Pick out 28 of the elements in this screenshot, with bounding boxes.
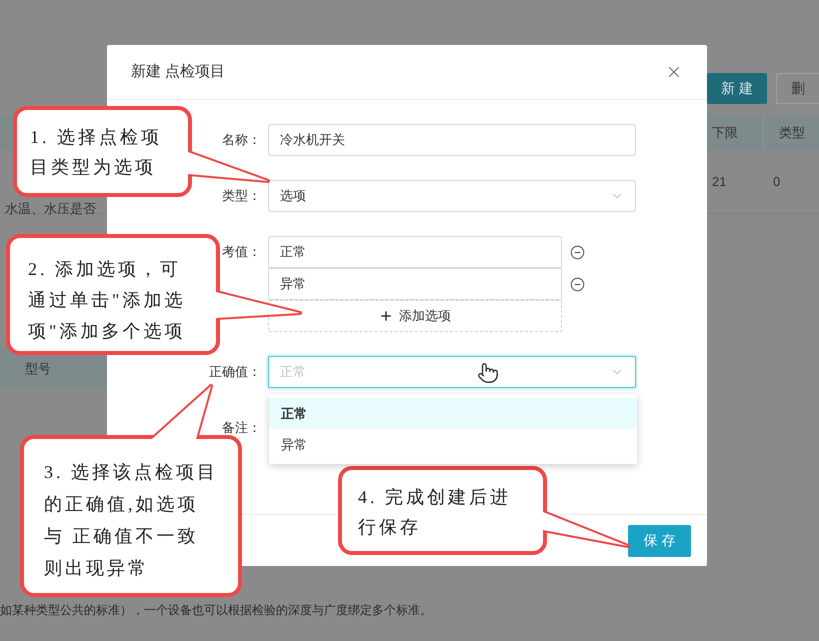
description-text: 如某种类型公共的标准），一个设备也可以根据检验的深度与广度绑定多个标准。: [0, 602, 433, 619]
name-field[interactable]: 冷水机开关: [268, 124, 636, 156]
callout-text: 4. 完成创建后进 行保存: [358, 486, 511, 539]
callout-text: 1. 选择点检项 目类型为选项: [30, 126, 162, 179]
field-label: 正确值：: [209, 363, 261, 382]
column-header: 下限: [711, 124, 739, 142]
remove-option-button[interactable]: [570, 276, 585, 292]
option-field[interactable]: 正常: [268, 236, 562, 268]
table-cell-text: 0: [773, 172, 780, 191]
callout-text: 3. 选择该点检项目 的正确值,如选项 与 正确值不一致 则出现异常: [44, 461, 218, 580]
dropdown-option[interactable]: 正常: [269, 398, 637, 429]
new-button[interactable]: 新 建: [707, 73, 767, 104]
dropdown-option[interactable]: 异常: [269, 429, 637, 460]
field-label: 备注：: [222, 419, 261, 438]
callout-text: 2. 添加选项，可 通过单击"添加选 项"添加多个选项: [28, 258, 186, 343]
table-cell-text: 21: [711, 172, 728, 191]
plus-icon: [379, 309, 393, 323]
field-label: 类型：: [222, 187, 261, 206]
type-select[interactable]: 选项: [268, 180, 636, 212]
option-field[interactable]: 异常: [268, 268, 562, 300]
field-label: 名称：: [222, 131, 261, 150]
row-text: 水温、水压是否: [5, 200, 96, 218]
hand-cursor-icon: [477, 362, 499, 384]
column-header: 类型: [762, 115, 819, 150]
dialog-title: 新建 点检项目: [131, 62, 226, 82]
field-label: 考值：: [222, 243, 261, 262]
remove-option-button[interactable]: [570, 244, 585, 260]
column-header: 型号: [25, 360, 51, 378]
